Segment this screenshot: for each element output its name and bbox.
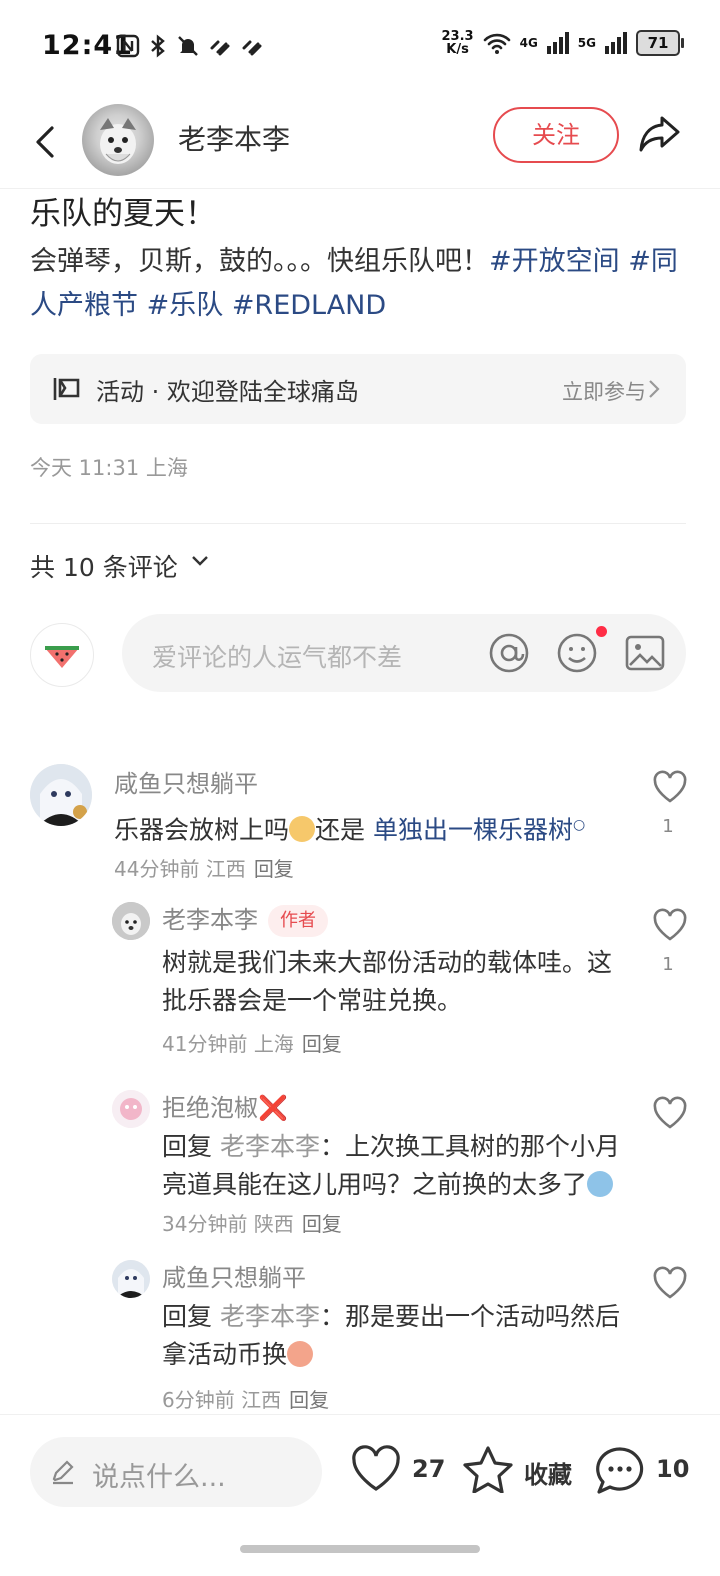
commenter-avatar[interactable] (112, 902, 150, 940)
comment-count-label[interactable]: 共 10 条评论 (30, 548, 178, 584)
commenter-name[interactable]: 咸鱼只想躺平 (162, 1258, 306, 1293)
home-indicator[interactable] (240, 1545, 480, 1553)
chevron-down-icon[interactable] (190, 554, 210, 568)
author-name[interactable]: 老李本李 (178, 118, 290, 158)
like-count: 1 (662, 816, 674, 837)
post-title: 乐队的夏天！ (30, 196, 216, 232)
pencil-icon (52, 1460, 74, 1485)
tag-band[interactable]: #乐队 (147, 290, 224, 321)
post-body: 会弹琴，贝斯，鼓的。。。快组乐队吧！#开放空间 #同人产粮节 #乐队 #REDL… (30, 240, 690, 328)
nfc-icon (116, 34, 140, 58)
commenter-avatar[interactable] (30, 764, 92, 826)
tag-redland[interactable]: #REDLAND (232, 290, 386, 321)
heart-icon[interactable] (650, 770, 690, 804)
share-icon[interactable] (636, 110, 684, 158)
star-icon[interactable] (462, 1445, 514, 1493)
search-link[interactable]: 单独出一棵乐器树 (373, 815, 573, 844)
post-meta: 今天 11:31 上海 (30, 456, 188, 480)
dog-avatar-image (100, 118, 136, 164)
mute-icon (178, 36, 198, 56)
network-4g: 4G (519, 36, 538, 50)
notification-dot (596, 626, 607, 637)
heart-icon[interactable] (650, 908, 690, 942)
comment-meta: 41分钟前 上海 回复 (162, 1032, 342, 1056)
at-icon[interactable] (488, 632, 530, 674)
network-speed: 23.3 K/s (441, 29, 474, 57)
chevron-right-icon (649, 380, 660, 398)
emoji-icon[interactable] (556, 632, 598, 674)
favorite-label[interactable]: 收藏 (524, 1455, 572, 1490)
like-count: 27 (412, 1455, 446, 1483)
search-icon: ○ (572, 817, 586, 833)
comment-input[interactable]: 爱评论的人运气都不差 (122, 614, 686, 692)
comment-text: 乐器会放树上吗 还是 单独出一棵乐器树○ 44分钟前 江西 回复 (114, 815, 586, 882)
emoji-sticker (289, 816, 316, 843)
status-right: 23.3 K/s 4G 5G 71 (441, 29, 684, 57)
author-badge: 作者 (268, 905, 328, 937)
status-left-icons (116, 34, 264, 58)
link-icon-2 (242, 40, 262, 56)
commenter-name[interactable]: 咸鱼只想躺平 (114, 764, 258, 799)
activity-join-link[interactable]: 立即参与 (562, 376, 646, 406)
tag-open-space[interactable]: #开放空间 (489, 246, 620, 277)
divider (30, 523, 686, 524)
commenter-name[interactable]: 拒绝泡椒❌ (162, 1088, 288, 1123)
heart-icon[interactable] (650, 1266, 690, 1300)
top-nav: 老李本李 关注 (0, 96, 720, 189)
reply-button[interactable]: 回复 (289, 1388, 329, 1412)
comment-input-placeholder: 爱评论的人运气都不差 (152, 643, 403, 672)
battery-indicator: 71 (636, 30, 684, 56)
author-avatar[interactable] (82, 104, 154, 176)
commenter-avatar[interactable] (112, 1260, 150, 1298)
emoji-sticker (287, 1341, 314, 1367)
pink-avatar-image (112, 1090, 150, 1128)
comment-text: 回复 老李本李：那是要出一个活动吗然后拿活动币换 (162, 1302, 620, 1369)
activity-label: 活动 · 欢迎登陆全球痛岛 (96, 378, 359, 406)
reply-button[interactable]: 回复 (302, 1212, 342, 1236)
commenter-avatar[interactable] (112, 1090, 150, 1128)
comment-count: 10 (656, 1455, 690, 1483)
watermelon-icon (45, 646, 79, 668)
reply-button[interactable]: 回复 (302, 1032, 342, 1056)
say-input-placeholder: 说点什么... (92, 1462, 226, 1493)
emoji-sticker (587, 1171, 614, 1197)
network-5g: 5G (577, 36, 596, 50)
anime-avatar-image (112, 1260, 150, 1298)
image-icon[interactable] (624, 632, 666, 674)
anime-avatar-image (30, 764, 92, 826)
like-heart-icon[interactable] (350, 1445, 402, 1493)
like-count: 1 (662, 954, 674, 975)
bottom-action-bar: 说点什么... 27 收藏 10 (0, 1414, 720, 1576)
wifi-icon (483, 33, 510, 54)
back-icon[interactable] (26, 112, 66, 172)
reply-target[interactable]: 老李本李 (220, 1132, 320, 1161)
commenter-name[interactable]: 老李本李 作者 (162, 900, 328, 937)
signal-icon-1 (546, 32, 569, 54)
dog-avatar-image (112, 902, 150, 940)
activity-flag-icon (53, 378, 80, 400)
reply-button[interactable]: 回复 (254, 857, 294, 881)
comment-text: 树就是我们未来大部份活动的载体哇。这批乐器会是一个常驻兑换。 (162, 948, 613, 1015)
link-icon-1 (210, 40, 230, 56)
post-body-text: 会弹琴，贝斯，鼓的。。。快组乐队吧！ (30, 246, 489, 277)
activity-banner[interactable]: 活动 · 欢迎登陆全球痛岛 立即参与 (30, 354, 686, 424)
comment-meta: 34分钟前 陕西 回复 (162, 1212, 342, 1236)
say-something-input[interactable]: 说点什么... (30, 1437, 322, 1507)
comment-meta: 44分钟前 江西 回复 (114, 857, 294, 882)
bluetooth-icon (151, 34, 165, 58)
follow-button[interactable]: 关注 (493, 107, 619, 163)
my-avatar (30, 623, 94, 687)
signal-icon-2 (605, 32, 627, 54)
reply-target[interactable]: 老李本李 (220, 1302, 320, 1331)
comment-meta: 6分钟前 江西 回复 (162, 1388, 330, 1412)
heart-icon[interactable] (650, 1096, 690, 1130)
comment-bubble-icon[interactable] (594, 1445, 646, 1495)
status-bar: 12:41 23.3 K/s 4G 5G 71 (0, 0, 720, 96)
comment-text: 回复 老李本李：上次换工具树的那个小月亮道具能在这儿用吗？之前换的太多了 34分… (162, 1132, 620, 1236)
